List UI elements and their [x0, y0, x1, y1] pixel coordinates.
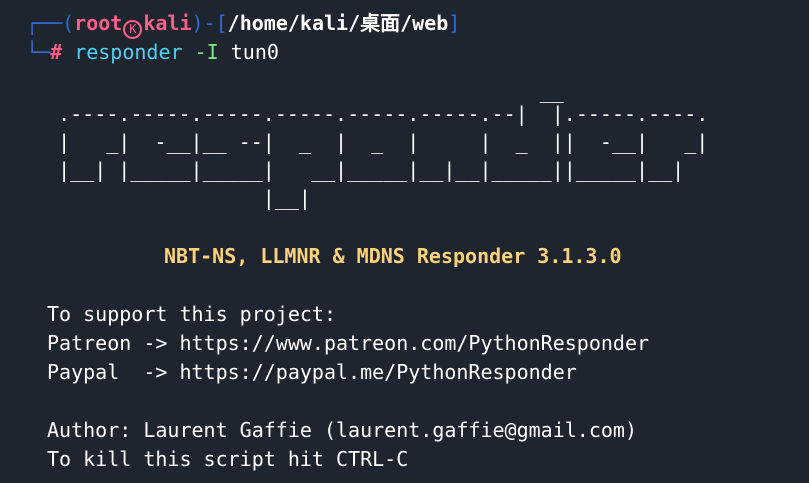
- banner-line-2: .----.-----.-----.-----.-----.-----.--| …: [34, 102, 709, 126]
- terminal-window[interactable]: ┌──(root Kkali)-[/home/kali/桌面/web] └─# r…: [0, 0, 809, 483]
- author-line: Author: Laurent Gaffie (laurent.gaffie@g…: [47, 418, 638, 442]
- support-patreon: Patreon -> https://www.patreon.com/Pytho…: [47, 331, 650, 355]
- kali-skull-icon: K: [123, 20, 143, 39]
- prompt-host: kali: [143, 11, 192, 35]
- command-line[interactable]: └─# responder -I tun0: [26, 38, 279, 67]
- prompt-box-bottom: └─: [26, 40, 51, 64]
- command-arg: tun0: [230, 40, 279, 64]
- prompt-open-paren: (: [62, 11, 75, 35]
- kill-hint-line: To kill this script hit CTRL-C: [47, 447, 409, 471]
- command-flag: -I: [194, 40, 219, 64]
- support-paypal: Paypal -> https://paypal.me/PythonRespon…: [47, 360, 577, 384]
- responder-title: NBT-NS, LLMNR & MDNS Responder 3.1.3.0: [164, 244, 622, 268]
- prompt-separator: -[: [203, 11, 228, 35]
- prompt-box-top: ┌──: [26, 11, 63, 35]
- prompt-path: /home/kali/桌面/web: [227, 11, 449, 35]
- banner-line-4: |__| |_____|_____| __|_____|__|__|_____|…: [34, 158, 685, 182]
- prompt-close-paren: ): [191, 11, 204, 35]
- banner-line-3: | _| -__|__ --| _ | _ | | _ || -__| _|: [34, 130, 709, 154]
- command-program: responder: [74, 40, 183, 64]
- prompt-user: root: [74, 11, 123, 35]
- prompt-close-bracket: ]: [448, 11, 461, 35]
- prompt-line: ┌──(root Kkali)-[/home/kali/桌面/web]: [26, 9, 461, 39]
- banner-line-5: |__|: [34, 186, 311, 210]
- prompt-hash: #: [50, 40, 75, 64]
- support-heading: To support this project:: [47, 302, 336, 326]
